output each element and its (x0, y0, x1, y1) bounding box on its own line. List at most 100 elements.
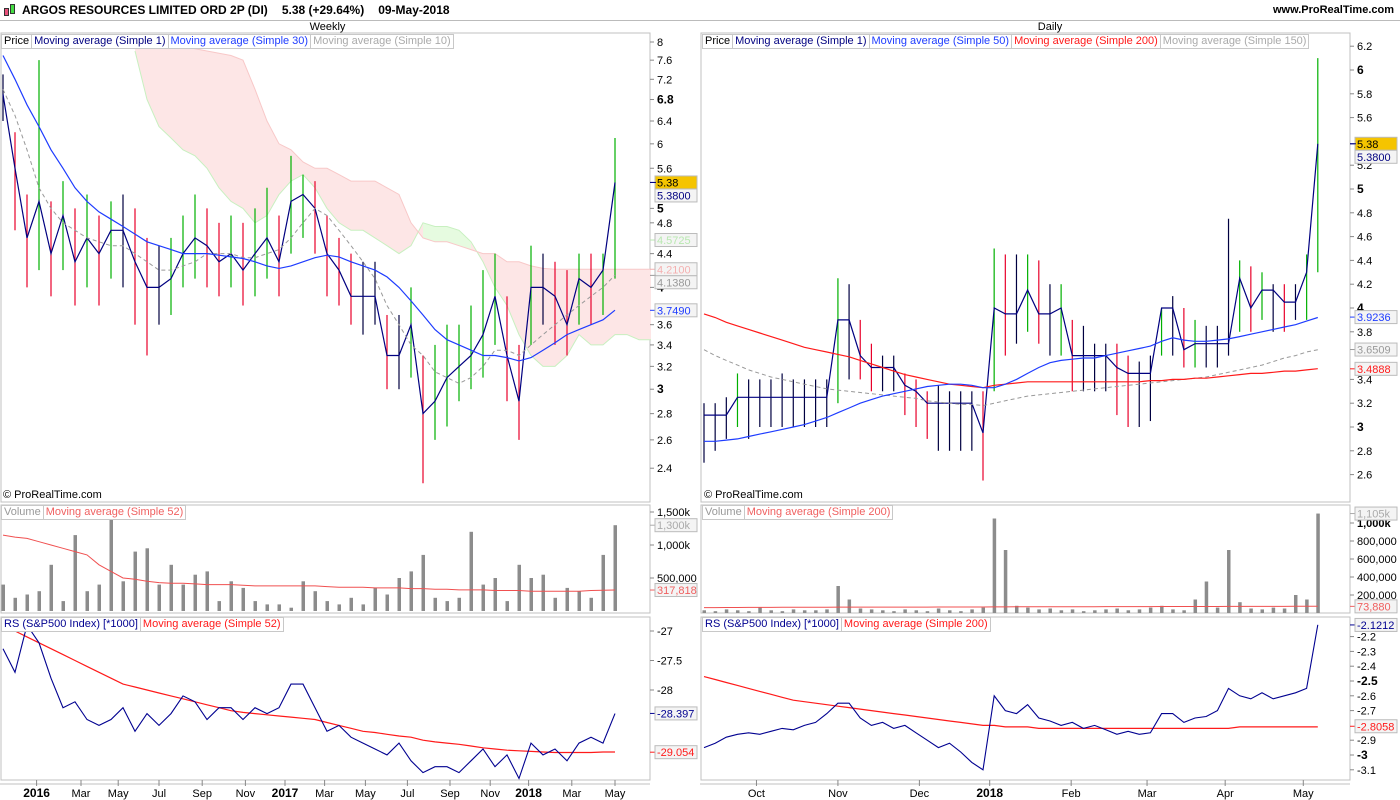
legend-item[interactable]: Moving average (Simple 50) (870, 35, 1013, 48)
price-value-label: 3.9236 (1357, 312, 1391, 324)
x-tick-label: Mar (562, 788, 581, 800)
ichimoku-cloud-segment (351, 181, 363, 231)
legend-item[interactable]: Moving average (Simple 150) (1161, 35, 1309, 48)
daily-volume-legend[interactable]: Volume Moving average (Simple 200) (702, 505, 894, 520)
ichimoku-cloud-segment (291, 149, 303, 182)
x-tick-label: May (605, 788, 626, 800)
y-tick-label: 3.6 (657, 320, 672, 332)
rs-ma-line (703, 676, 1318, 729)
price-value-label: 5.38 (1357, 139, 1378, 151)
legend-item[interactable]: Volume (2, 506, 44, 519)
chart-canvas[interactable]: 87.67.26.86.465.654.84.443.63.43.232.82.… (0, 0, 1400, 800)
volume-bar (802, 610, 807, 613)
legend-item[interactable]: Price (703, 35, 734, 48)
volume-bar (157, 584, 161, 611)
volume-bar (1059, 610, 1064, 613)
ichimoku-cloud-segment (555, 269, 567, 367)
legend-item[interactable]: Moving average (Simple 200) (842, 618, 990, 631)
rs-tick-label: -2.2 (1357, 632, 1376, 644)
y-tick-label: 5.8 (1357, 89, 1372, 101)
legend-item[interactable]: Volume (703, 506, 745, 519)
daily-price-legend[interactable]: Price Moving average (Simple 1) Moving ave… (702, 34, 1310, 49)
volume-bar (241, 587, 245, 611)
weekly-rs-legend[interactable]: RS (S&P500 Index) [*1000] Moving average … (1, 617, 284, 632)
daily-panel-frame (700, 32, 1351, 503)
volume-bar (385, 594, 389, 611)
volume-bar (903, 609, 907, 613)
ichimoku-cloud-segment (231, 55, 243, 209)
ichimoku-cloud-segment (543, 268, 555, 367)
volume-tick-label: 800,000 (1357, 536, 1397, 548)
y-tick-label: 6.4 (657, 116, 672, 128)
y-tick-label: 4.6 (1357, 232, 1372, 244)
volume-bar (948, 610, 952, 613)
volume-bar (397, 578, 401, 611)
volume-bar (1171, 609, 1175, 613)
rs-ma-line (2, 624, 615, 754)
ichimoku-cloud-segment (267, 120, 279, 216)
ma1-line (704, 143, 1319, 434)
ichimoku-cloud-segment (279, 143, 291, 195)
volume-bar (181, 584, 185, 611)
ichimoku-cloud-segment (339, 174, 351, 231)
ichimoku-cloud-segment (483, 253, 495, 288)
x-tick-label: Dec (910, 788, 930, 800)
legend-item[interactable]: Moving average (Simple 30) (169, 35, 312, 48)
legend-item[interactable]: Price (2, 35, 33, 48)
y-tick-label: 4.8 (1357, 208, 1372, 220)
volume-bar (780, 611, 785, 613)
legend-item[interactable]: Moving average (Simple 1) (733, 35, 870, 48)
ichimoku-cloud-segment (615, 269, 627, 335)
legend-item[interactable]: Moving average (Simple 10) (311, 35, 453, 48)
weekly-volume-legend[interactable]: Volume Moving average (Simple 52) (1, 505, 187, 520)
volume-bar (517, 564, 521, 611)
y-tick-label: 5.6 (1357, 113, 1372, 125)
weekly-price-legend[interactable]: Price Moving average (Simple 1) Moving ave… (1, 34, 454, 49)
volume-bar (205, 571, 209, 611)
legend-item[interactable]: Moving average (Simple 1) (32, 35, 169, 48)
legend-item[interactable]: RS (S&P500 Index) [*1000] (703, 618, 842, 631)
volume-bar (858, 608, 863, 613)
x-tick-label: May (355, 788, 376, 800)
daily-panel-frame (700, 616, 1351, 781)
volume-bar (313, 591, 317, 611)
volume-bar (85, 591, 89, 611)
volume-bar (1137, 609, 1142, 613)
y-tick-label: 7.6 (657, 55, 672, 67)
weekly-panel-frame (0, 616, 651, 781)
volume-bar (217, 601, 221, 611)
ichimoku-cloud-segment (363, 181, 375, 238)
legend-item[interactable]: Moving average (Simple 52) (141, 618, 283, 631)
volume-bar (1182, 610, 1186, 613)
volume-bar (145, 548, 149, 611)
legend-item[interactable]: Moving average (Simple 200) (745, 506, 893, 519)
ichimoku-cloud-segment (315, 168, 327, 209)
volume-bar (1026, 607, 1030, 613)
x-tick-label: Mar (72, 788, 91, 800)
volume-bar (469, 531, 473, 611)
volume-bar (735, 610, 740, 613)
rs-value-label: -2.1212 (1357, 620, 1394, 632)
y-tick-label: 5 (657, 201, 664, 215)
price-value-label: 5.3800 (657, 190, 691, 202)
ichimoku-cloud-segment (255, 89, 267, 223)
volume-bar (193, 574, 197, 611)
price-value-label: 5.38 (657, 177, 678, 189)
volume-bar (553, 597, 557, 611)
volume-bar (97, 584, 101, 611)
daily-rs-legend[interactable]: RS (S&P500 Index) [*1000] Moving average … (702, 617, 991, 632)
y-tick-label: 2.6 (657, 435, 672, 447)
ichimoku-cloud-segment (507, 261, 519, 335)
ichimoku-cloud-segment (303, 161, 315, 188)
volume-bar (1260, 609, 1264, 613)
volume-bar (493, 578, 497, 611)
legend-item[interactable]: Moving average (Simple 52) (44, 506, 186, 519)
legend-item[interactable]: Moving average (Simple 200) (1012, 35, 1161, 48)
volume-bar (869, 609, 874, 613)
ichimoku-cloud-segment (639, 269, 651, 340)
volume-bar (457, 597, 461, 611)
legend-item[interactable]: RS (S&P500 Index) [*1000] (2, 618, 141, 631)
volume-bar (992, 518, 997, 613)
volume-bar (277, 604, 281, 611)
volume-bar (1037, 609, 1041, 613)
